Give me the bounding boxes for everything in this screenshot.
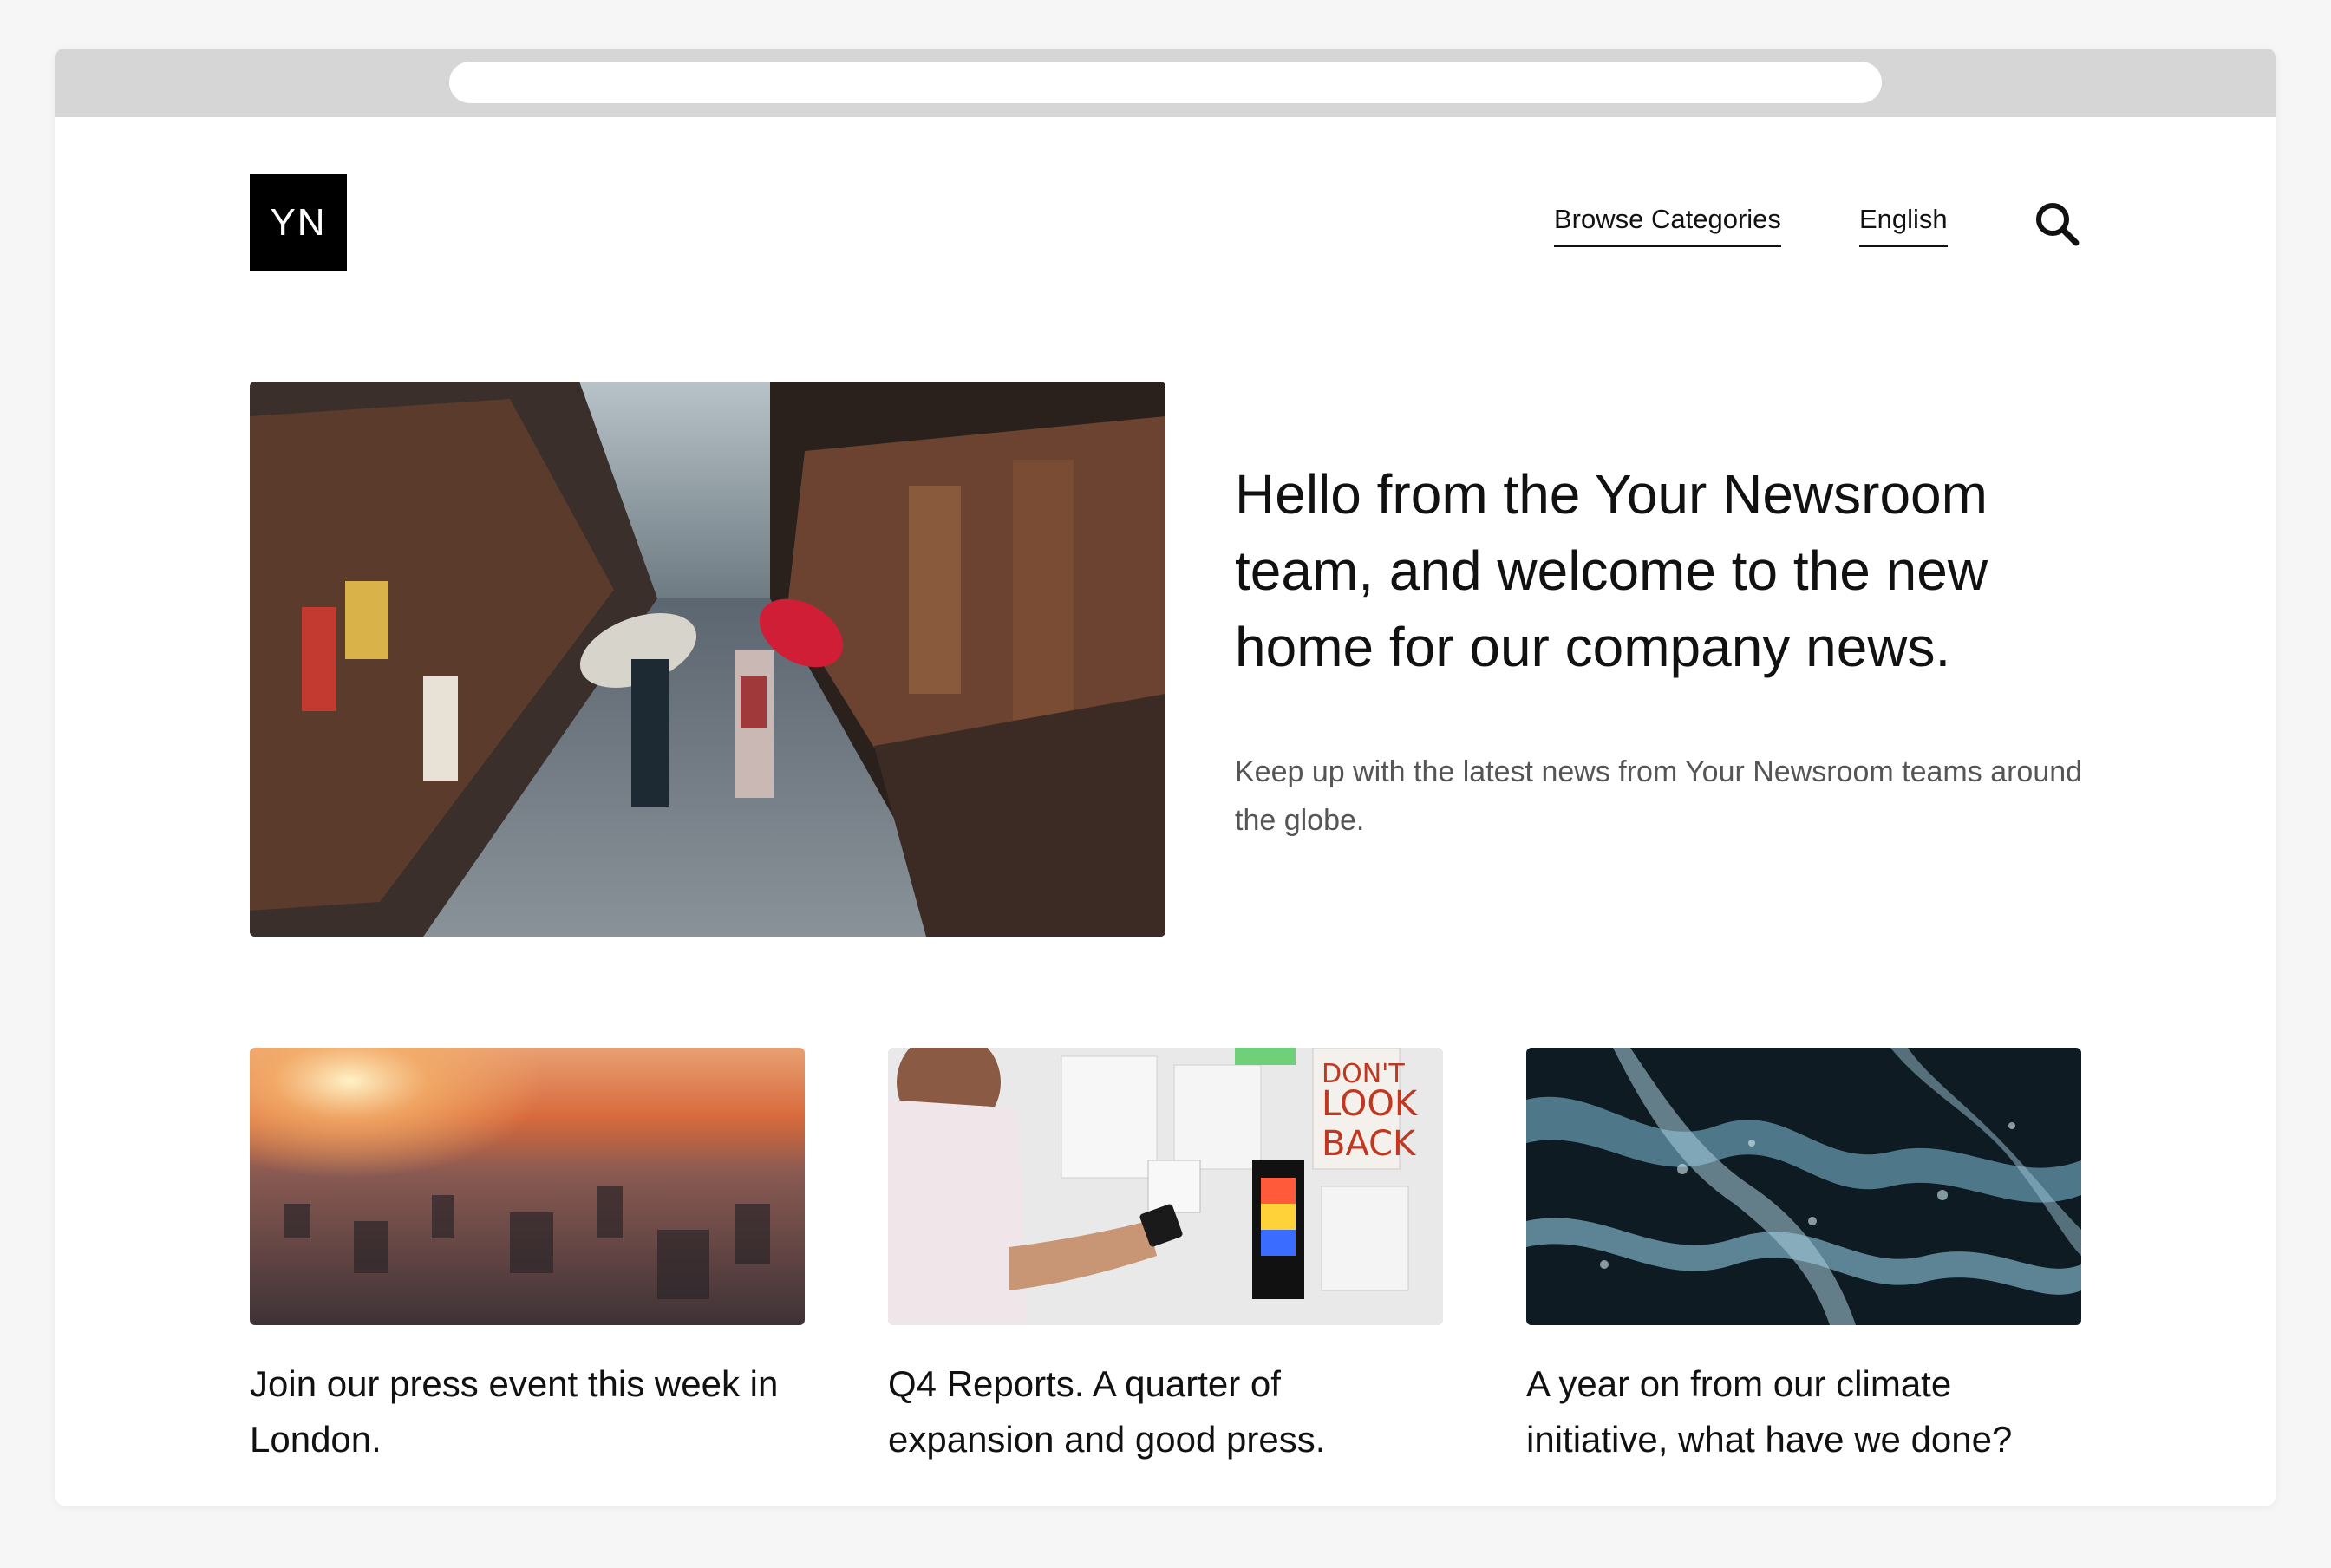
browser-toolbar [56,49,2276,117]
news-card[interactable]: DON'T LOOK BACK Q4 Reports. A quarter of… [888,1048,1443,1467]
card-image-ocean[interactable] [1526,1048,2081,1325]
address-bar[interactable] [449,62,1882,103]
browse-categories-link[interactable]: Browse Categories [1554,203,1781,247]
svg-text:BACK: BACK [1322,1124,1417,1164]
card-image-office[interactable]: DON'T LOOK BACK [888,1048,1443,1325]
card-title[interactable]: Join our press event this week in London… [250,1356,805,1467]
svg-text:LOOK: LOOK [1322,1084,1419,1124]
hero-image[interactable] [250,382,1166,937]
site-logo[interactable]: YN [250,174,347,271]
language-selector-link[interactable]: English [1859,203,1948,247]
card-image-city[interactable] [250,1048,805,1325]
card-title[interactable]: A year on from our climate initiative, w… [1526,1356,2081,1467]
browser-window: YN Browse Categories English Hello from … [56,49,2276,1506]
hero-title[interactable]: Hello from the Your Newsroom team, and w… [1235,456,2102,685]
card-title[interactable]: Q4 Reports. A quarter of expansion and g… [888,1356,1443,1467]
news-card[interactable]: A year on from our climate initiative, w… [1526,1048,2081,1467]
logo-text: YN [270,201,327,244]
hero-subtitle: Keep up with the latest news from Your N… [1235,755,2083,837]
news-card[interactable]: Join our press event this week in London… [250,1048,805,1467]
search-icon[interactable] [2033,199,2081,248]
